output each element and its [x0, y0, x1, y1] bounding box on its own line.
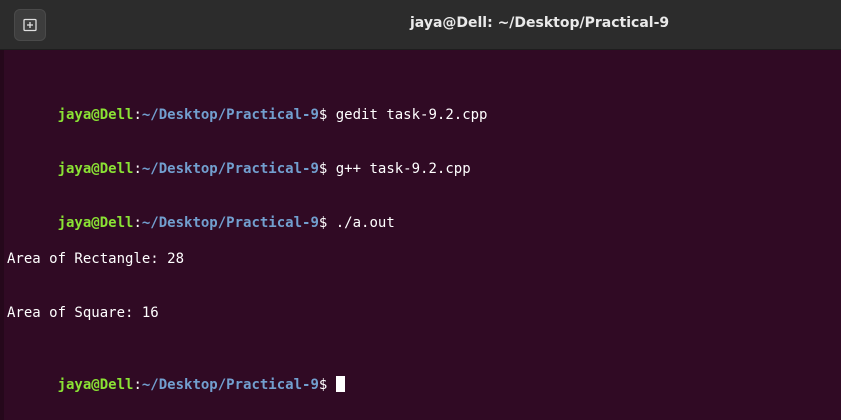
command-text: gedit task-9.2.cpp: [327, 107, 488, 123]
prompt-colon: :: [133, 107, 142, 123]
output-line: Area of Square: 16: [7, 305, 159, 321]
prompt-path: ~/Desktop/Practical-9: [141, 161, 319, 177]
prompt-path: ~/Desktop/Practical-9: [141, 377, 319, 393]
command-text: g++ task-9.2.cpp: [327, 161, 471, 177]
terminal-line: jaya@Dell:~/Desktop/Practical-9$ g++ tas…: [7, 142, 841, 177]
window-edge: [0, 50, 4, 420]
terminal-window: jaya@Dell: ~/Desktop/Practical-9 jaya@De…: [0, 0, 841, 420]
title-bar: jaya@Dell: ~/Desktop/Practical-9: [0, 0, 841, 50]
prompt-colon: :: [133, 377, 142, 393]
output-line: Area of Rectangle: 28: [7, 251, 185, 267]
prompt-user-host: jaya@Dell: [57, 215, 134, 231]
prompt-user-host: jaya@Dell: [57, 377, 134, 393]
terminal-line: jaya@Dell:~/Desktop/Practical-9$: [7, 358, 841, 393]
terminal-line: jaya@Dell:~/Desktop/Practical-9$ ./a.out: [7, 196, 841, 231]
command-text: ./a.out: [327, 215, 395, 231]
prompt-path: ~/Desktop/Practical-9: [141, 107, 319, 123]
text-cursor: [335, 376, 345, 392]
window-title: jaya@Dell: ~/Desktop/Practical-9: [410, 15, 670, 31]
prompt-colon: :: [133, 161, 142, 177]
prompt-colon: :: [133, 215, 142, 231]
prompt-path: ~/Desktop/Practical-9: [141, 215, 319, 231]
prompt-user-host: jaya@Dell: [57, 107, 134, 123]
terminal-output[interactable]: jaya@Dell:~/Desktop/Practical-9$ gedit t…: [7, 52, 841, 420]
prompt-user-host: jaya@Dell: [57, 161, 134, 177]
terminal-line: jaya@Dell:~/Desktop/Practical-9$ gedit t…: [7, 88, 841, 123]
command-text: [327, 377, 335, 393]
